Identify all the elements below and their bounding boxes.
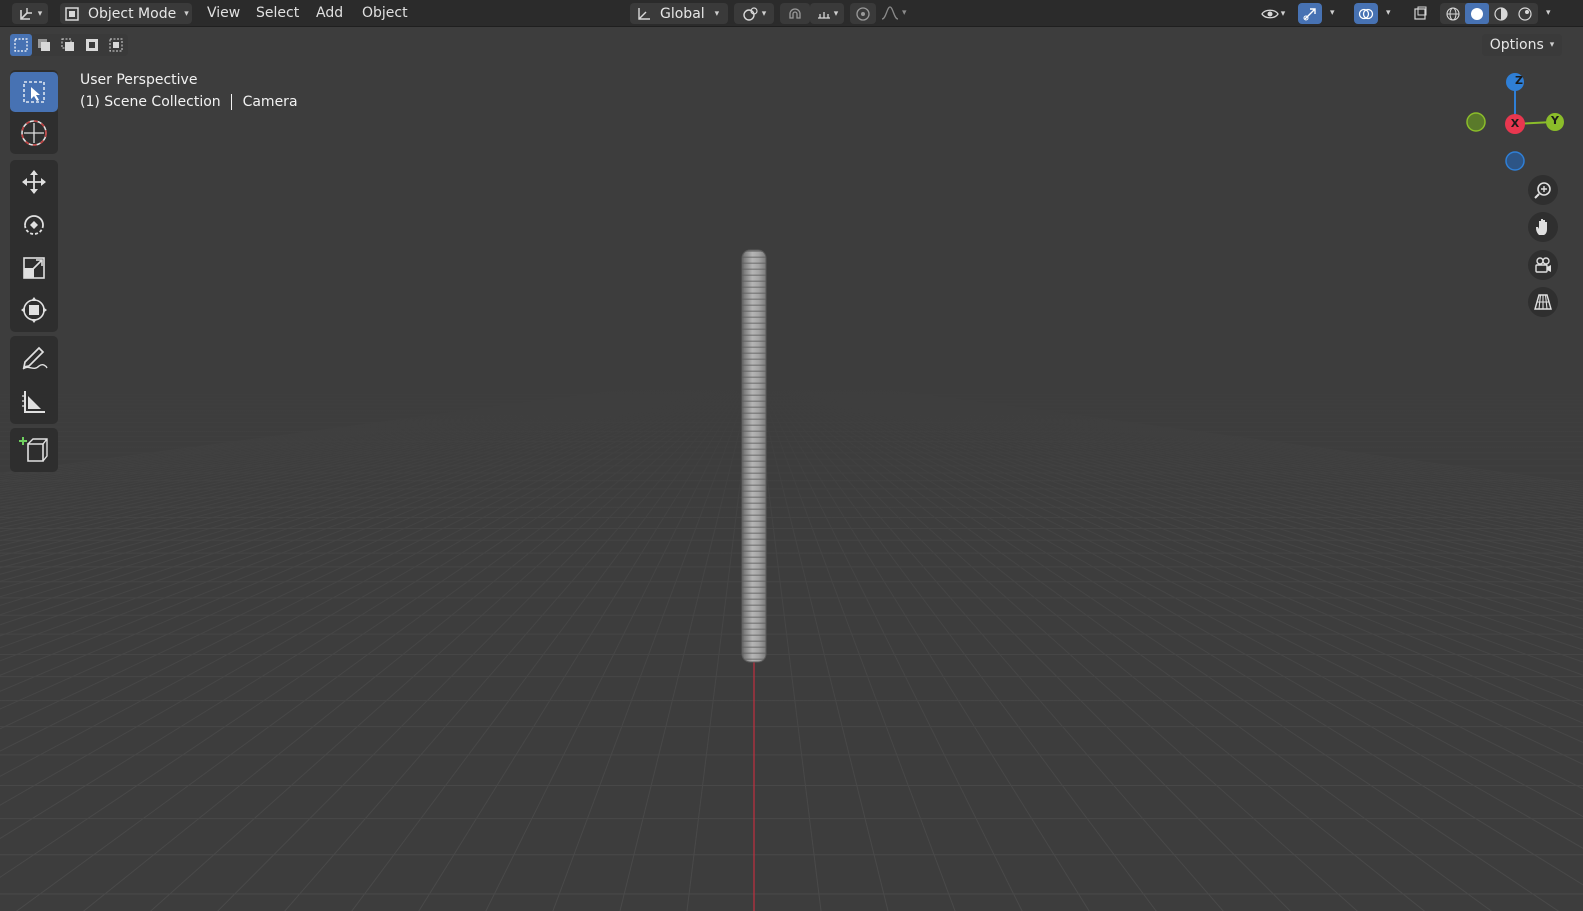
selection-mode-group (10, 34, 128, 56)
move-arrows-icon (20, 168, 48, 196)
options-label: Options (1489, 37, 1544, 53)
rendered-shading-icon[interactable] (1513, 6, 1537, 22)
menu-add[interactable]: Add (316, 0, 343, 26)
select-subtract-icon[interactable] (56, 37, 80, 53)
falloff-dropdown[interactable]: ▾ (880, 0, 907, 26)
editor-type-button[interactable]: ▾ (12, 3, 48, 24)
viewport-grid[interactable] (0, 0, 1583, 911)
select-box-icon (21, 79, 47, 105)
options-dropdown[interactable]: Options ▾ (1482, 34, 1562, 56)
menu-object[interactable]: Object (362, 0, 408, 26)
overlays-dropdown[interactable]: ▾ (1384, 0, 1391, 26)
eye-icon (1260, 6, 1279, 22)
info-separator (231, 94, 233, 110)
gizmo-y-label: Y (1551, 114, 1559, 127)
measure-tool[interactable] (10, 382, 58, 422)
gizmo-neg-z (1505, 151, 1525, 171)
select-extend-icon[interactable] (32, 37, 56, 53)
orientation-label: Global (660, 5, 705, 22)
material-preview-icon[interactable] (1489, 6, 1513, 22)
coin-object[interactable] (741, 249, 767, 663)
pivot-icon (742, 6, 760, 22)
falloff-curve-icon (880, 5, 900, 21)
toolbar-group-transform (10, 160, 58, 332)
shading-dropdown[interactable]: ▾ (1544, 0, 1551, 26)
move-tool[interactable] (10, 162, 58, 202)
snap-target-dropdown[interactable]: ▾ (810, 3, 844, 24)
rotate-icon (20, 211, 48, 239)
overlays-icon (1358, 6, 1374, 22)
menu-view[interactable]: View (207, 0, 240, 26)
wireframe-shading-icon[interactable] (1441, 6, 1465, 22)
mode-selector[interactable]: Object Mode ▾ (60, 3, 192, 24)
collection-info: (1) Scene Collection Camera (80, 94, 298, 110)
gizmo-neg-y (1466, 112, 1486, 132)
transform-tool[interactable] (10, 290, 58, 330)
snap-toggle[interactable] (780, 3, 810, 24)
hand-icon (1533, 217, 1553, 237)
gizmo-x-label: X (1510, 117, 1520, 130)
object-mode-icon (64, 6, 80, 22)
select-box-tool[interactable] (10, 72, 58, 112)
gizmo-dropdown[interactable]: ▾ (1328, 0, 1335, 26)
proportional-edit-toggle[interactable] (850, 3, 876, 24)
rotate-tool[interactable] (10, 205, 58, 245)
add-cube-tool[interactable] (10, 430, 58, 470)
solid-shading-icon[interactable] (1465, 3, 1489, 24)
gizmo-toggle[interactable] (1298, 3, 1322, 24)
measure-ruler-icon (20, 388, 48, 416)
zoom-magnifier-icon (1533, 180, 1553, 200)
shading-mode-group (1440, 3, 1538, 24)
orientation-axes-icon (636, 6, 652, 22)
toolbar-group-annotate (10, 336, 58, 424)
cursor-crosshair-icon (19, 118, 49, 148)
select-difference-icon[interactable] (80, 37, 104, 53)
pan-button[interactable] (1528, 212, 1558, 242)
proportional-edit-icon (855, 6, 871, 22)
view3d-editor-icon (18, 6, 36, 22)
gizmo-icon (1302, 6, 1318, 22)
xray-icon (1412, 6, 1428, 22)
select-intersect-icon[interactable] (104, 37, 128, 53)
selectability-visibility-dropdown[interactable]: ▾ (1254, 3, 1292, 24)
annotate-tool[interactable] (10, 338, 58, 378)
scale-icon (21, 255, 47, 281)
cursor-tool[interactable] (10, 113, 58, 153)
add-cube-icon (19, 435, 49, 465)
view-name-label: User Perspective (80, 72, 198, 88)
transform-icon (20, 296, 48, 324)
toolbar-group-select (10, 70, 58, 154)
scale-tool[interactable] (10, 248, 58, 288)
toolbar-group-add (10, 428, 58, 472)
perspective-toggle-button[interactable] (1528, 287, 1558, 317)
menu-select[interactable]: Select (256, 0, 299, 26)
collection-label: (1) Scene Collection (80, 94, 221, 110)
transform-orientation-dropdown[interactable]: Global ▾ (630, 3, 728, 24)
annotate-pencil-icon (19, 344, 49, 372)
magnet-icon (787, 6, 803, 22)
grid-perspective-icon (1533, 292, 1553, 312)
gizmo-z-label: Z (1515, 74, 1523, 87)
overlays-toggle[interactable] (1354, 3, 1378, 24)
mode-label: Object Mode (88, 5, 177, 22)
select-new-icon[interactable] (10, 34, 32, 56)
camera-icon (1533, 255, 1553, 275)
xray-toggle[interactable] (1408, 3, 1432, 24)
viewport-header: ▾ Object Mode ▾ View Select Add Object G… (0, 0, 1583, 27)
active-object-label: Camera (242, 94, 298, 110)
pivot-point-dropdown[interactable]: ▾ (734, 3, 774, 24)
camera-view-button[interactable] (1528, 250, 1558, 280)
zoom-button[interactable] (1528, 175, 1558, 205)
snap-increment-icon (816, 6, 832, 22)
